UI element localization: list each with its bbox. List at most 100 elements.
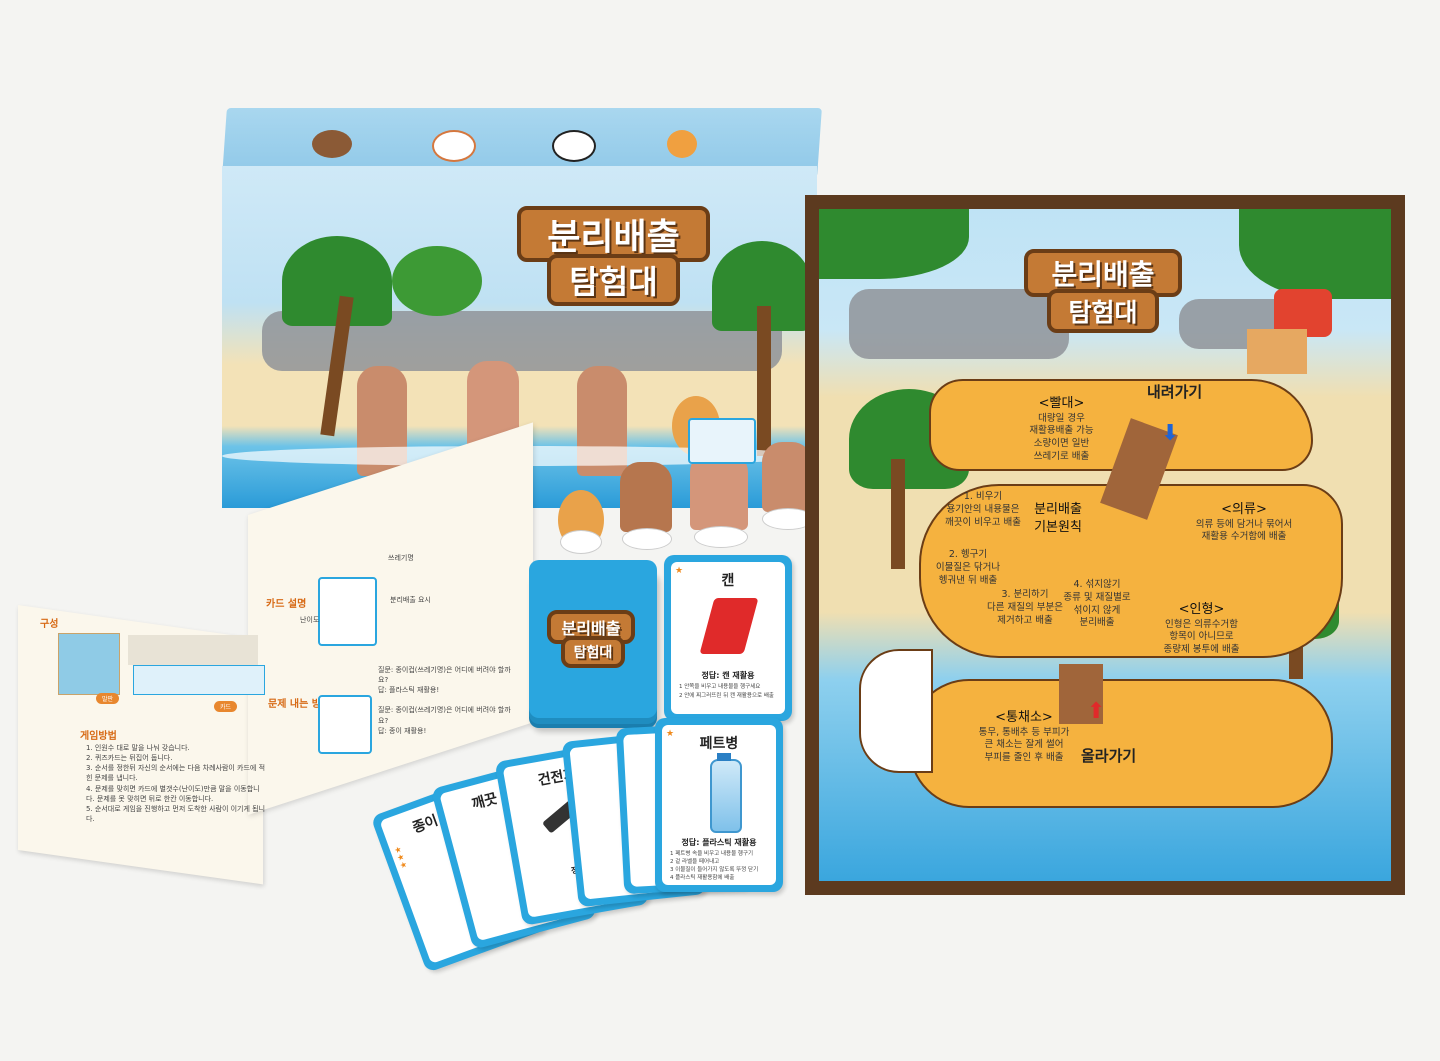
card-pet-title: 페트병 [699,736,739,752]
tile-nomix-line: 분리배출 [1079,617,1115,629]
up-label: 올라가기 [1081,747,1137,765]
crushed-can-icon [699,598,759,654]
tile-doll: <인형> 인형은 의류수거함 항목이 아니므로 종량제 봉투에 배출 [1149,601,1254,657]
howto-line: 3. 순서를 정한뒤 자신의 순서에는 다음 차례사람이 카드에 적힌 문제를 … [86,764,266,783]
card-pet[interactable]: ★ 페트병 정답: 플라스틱 재활용 1 페트병 속을 비우고 내용물 헹구기 … [655,718,783,892]
card-label-name: 쓰레기명 [388,554,414,562]
board-palm-trunk-left [891,459,905,569]
quiz-line: 질문: 종이컵(쓰레기명)은 어디에 버려야 할까요? [378,666,511,685]
foliage-left [819,209,969,279]
board-logo-line2: 탐험대 [1047,289,1159,333]
tile-straw-line: 쓰레기로 배출 [1033,450,1090,462]
components-heading: 구성 [40,619,59,630]
box-logo-line2: 탐험대 [547,254,680,306]
arrow-down-icon: ⬇ [1161,421,1180,446]
card-can-rule: 2 안에 찌그러뜨린 뒤 캔 재활용으로 배출 [679,693,774,699]
tile-doll-line: 항목이 아니므로 [1169,631,1234,643]
tile-rinse-line: 이물질은 닦거나 [935,561,1001,573]
star-icon: ★ ★ ★ [393,844,409,871]
board-rocks [849,289,1069,359]
tile-nomix-line: 종류 및 재질별로 [1063,591,1131,603]
tile-rinse-title: 2. 헹구기 [948,549,988,560]
card-deck[interactable]: 분리배출 탐험대 [529,560,657,718]
cat-piece-stand [694,526,748,548]
tile-doll-line: 종량제 봉투에 배출 [1163,644,1240,656]
tile-clothes: <의류> 의류 등에 담거나 묶어서 재활용 수거함에 배출 [1169,501,1319,544]
quiz-examples: 질문: 종이컵(쓰레기명)은 어디에 버려야 할까요? 답: 플라스틱 재활용!… [378,665,518,736]
bush [392,246,482,316]
card-label-level: 난이도 [300,616,320,624]
deck-logo-text2: 탐험대 [573,645,613,661]
pieces-thumbnail [128,635,258,665]
tile-vegetable-title: <통채소> [995,710,1053,725]
card-pet-face: ★ 페트병 정답: 플라스틱 재활용 1 페트병 속을 비우고 내용물 헹구기 … [662,725,776,885]
quiz-card-example [318,695,372,754]
game-board: 분리배출 탐험대 ⬇ ⬆ 내려가기 올라가기 <빨대> 대량일 경우 재활용배출… [805,195,1405,895]
down-label: 내려가기 [1147,383,1203,401]
tile-rinse-line: 헹궈낸 뒤 배출 [938,574,998,586]
card-can-rule: 1 안쪽을 비우고 내용물을 헹구세요 [679,684,761,690]
foliage-right [1239,209,1391,299]
card-sign-piece [688,418,756,464]
tile-empty-line: 깨끗이 비우고 배출 [945,516,1021,528]
tile-vegetable: <통채소> 통무, 통배추 등 부피가 큰 채소는 잘게 썰어 부피를 줄인 후… [964,709,1084,765]
card-example [318,577,377,646]
tile-nomix-title: 4. 섞지않기 [1073,579,1121,590]
card-pet-answer: 정답: 플라스틱 재활용 [681,838,757,847]
tile-vegetable-line: 큰 채소는 잘게 썰어 [984,739,1064,751]
howto-heading: 게임방법 [80,731,117,742]
card-explain-heading: 카드 설명 [266,599,307,610]
card-pet-rule: 1 페트병 속을 비우고 내용물 헹구기 [670,851,754,857]
howto-line: 5. 순서대로 게임을 진행하고 먼저 도착한 사람이 이기게 됩니다. [86,804,266,823]
card-can[interactable]: ★ 캔 정답: 캔 재활용 1 안쪽을 비우고 내용물을 헹구세요 2 안에 찌… [664,555,792,721]
tile-clothes-title: <의류> [1221,502,1267,517]
cards-thumbnail [133,665,265,695]
tile-empty: 1. 비우기 용기안의 내용물은 깨끗이 비우고 배출 [937,491,1029,529]
card-can-answer: 정답: 캔 재활용 [701,671,755,680]
howto-list: 1. 인원수 대로 말을 나눠 갖습니다. 2. 퀴즈카드는 뒤집어 둡니다. … [86,743,266,824]
board-illustration: 분리배출 탐험대 ⬇ ⬆ 내려가기 올라가기 <빨대> 대량일 경우 재활용배출… [819,209,1391,881]
tile-straw-line: 재활용배출 가능 [1029,425,1094,437]
tile-principle: 분리배출 기본원칙 [1025,501,1091,536]
howto-line: 4. 문제를 맞히면 카드에 별갯수(난이도)만큼 말을 이동합니다. 문제를 … [86,784,260,803]
tile-empty-line: 용기안의 내용물은 [946,503,1020,515]
bottle-cap-icon [717,753,731,761]
tile-doll-title: <인형> [1178,602,1225,617]
board-logo-text2: 탐험대 [1068,298,1138,327]
board-tag: 말판 [96,693,120,704]
box-logo-text2: 탐험대 [569,263,658,301]
card-pet-rule: 2 겉 라벨을 떼어내고 [670,859,720,865]
tile-straw-title: <빨대> [1038,396,1085,411]
board-thumbnail [58,633,120,695]
quiz-line: 질문: 종이컵(쓰레기명)은 어디에 버려야 할까요? [378,706,511,725]
tile-nomix-line: 섞이지 않게 [1073,604,1121,616]
palm-trunk-right [757,306,771,456]
path-arrow-left [859,649,933,773]
howto-line: 2. 퀴즈카드는 뒤집어 둡니다. [86,754,173,763]
card-can-face: ★ 캔 정답: 캔 재활용 1 안쪽을 비우고 내용물을 헹구세요 2 안에 찌… [671,562,785,714]
card-can-title: 캔 [721,573,735,589]
tile-doll-line: 인형은 의류수거함 [1165,618,1238,630]
owl-face-icon [667,130,697,158]
howto-line: 1. 인원수 대로 말을 나눠 갖습니다. [86,744,190,752]
pet-bottle-icon [710,759,742,833]
tile-principle-line: 기본원칙 [1034,519,1082,535]
raccoon-piece-stand [622,528,672,550]
tile-nomix: 4. 섞지않기 종류 및 재질별로 섞이지 않게 분리배출 [1057,579,1137,630]
tile-clothes-line: 재활용 수거함에 배출 [1201,531,1287,543]
card-pet-rule: 4 플라스틱 재활용함에 배출 [670,875,735,881]
deck-logo-line2: 탐험대 [561,636,625,668]
quiz-line: 답: 플라스틱 재활용! [378,686,440,695]
quiz-line: 답: 종이 재활용! [378,726,427,735]
tile-rinse: 2. 헹구기 이물질은 닦거나 헹궈낸 뒤 배출 [923,549,1013,587]
tile-empty-title: 1. 비우기 [963,491,1003,502]
tile-straw: <빨대> 대량일 경우 재활용배출 가능 소량이면 일반 쓰레기로 배출 [1014,395,1109,464]
board-logo-text1: 분리배출 [1051,258,1155,291]
cat-face-icon [432,130,476,162]
cardboard-box-icon [1247,329,1307,374]
tile-principle-title: 분리배출 [1034,502,1082,517]
tile-vegetable-line: 통무, 통배추 등 부피가 [978,726,1070,738]
raccoon-piece[interactable] [620,462,672,532]
card-label-method: 분리배출 요시 [390,596,431,604]
tile-clothes-line: 의류 등에 담거나 묶어서 [1195,518,1293,530]
